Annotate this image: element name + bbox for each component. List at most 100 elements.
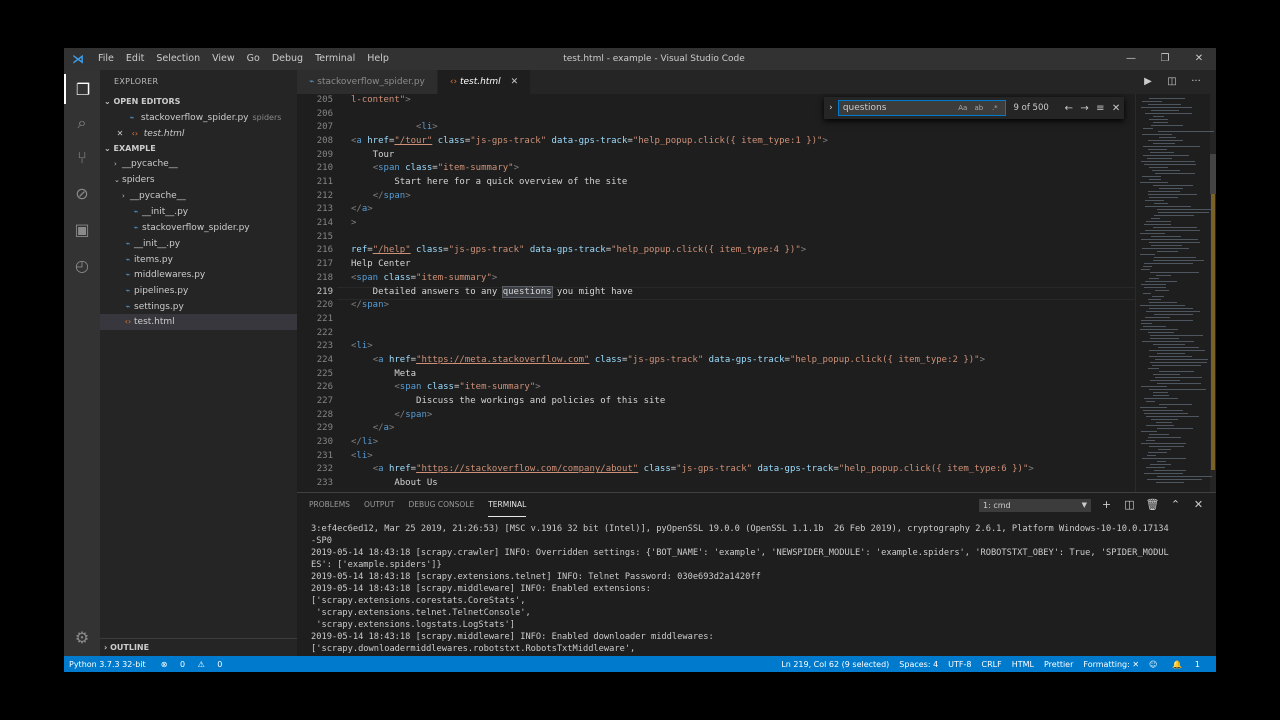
minimap-line (1149, 197, 1178, 198)
previous-match-icon[interactable]: ← (1061, 103, 1077, 114)
minimap-line (1154, 314, 1193, 315)
split-editor-icon[interactable]: ◫ (1160, 70, 1184, 94)
menu-file[interactable]: File (92, 48, 120, 70)
line-ending[interactable]: CRLF (977, 660, 1007, 669)
panel-tab-output[interactable]: OUTPUT (364, 493, 395, 517)
python-interpreter[interactable]: Python 3.7.3 32-bit (64, 660, 151, 669)
terminal-select[interactable]: 1: cmd ▼ (979, 499, 1091, 512)
code-editor[interactable]: 205 l-content"> 206 207 <li> 208 <a href="/to… (297, 94, 1135, 492)
menu-selection[interactable]: Selection (150, 48, 206, 70)
minimap-line (1146, 416, 1199, 417)
language-mode[interactable]: HTML (1007, 660, 1039, 669)
gear-icon[interactable]: ⚙ (64, 622, 100, 652)
menu-go[interactable]: Go (241, 48, 266, 70)
panel-tab-terminal[interactable]: TERMINAL (488, 493, 527, 517)
vertical-scrollbar[interactable] (1210, 94, 1216, 492)
terminal-output[interactable]: 3:ef4ec6ed12, Mar 25 2019, 21:26:53) [MS… (311, 523, 1211, 655)
tree-item[interactable]: ⌁ middlewares.py (100, 267, 297, 283)
close-icon[interactable]: ✕ (114, 126, 126, 142)
search-icon[interactable]: ⌕ (64, 108, 100, 138)
code-line: <li> (351, 341, 373, 351)
open-editor-item[interactable]: ⌁ stackoverflow_spider.py spiders (100, 110, 297, 126)
outline-section[interactable]: › OUTLINE (100, 638, 297, 656)
cursor-position[interactable]: Ln 219, Col 62 (9 selected) (776, 660, 894, 669)
tab-stackoverflow-spider[interactable]: ⌁ stackoverflow_spider.py (297, 70, 438, 94)
close-window-icon[interactable]: ✕ (1182, 48, 1216, 70)
close-tab-icon[interactable]: ✕ (511, 77, 519, 87)
tree-item[interactable]: ⌁ stackoverflow_spider.py (100, 220, 297, 236)
problems-indicator[interactable]: ⊗ 0 ⚠ 0 (151, 660, 233, 669)
tree-item[interactable]: › __pycache__ (100, 189, 297, 205)
new-terminal-icon[interactable]: + (1095, 497, 1118, 513)
menu-terminal[interactable]: Terminal (309, 48, 361, 70)
menu-help[interactable]: Help (361, 48, 395, 70)
tree-item[interactable]: › __pycache__ (100, 157, 297, 173)
find-in-selection-icon[interactable]: ≡ (1092, 103, 1108, 114)
terminal-line: 'scrapy.extensions.logstats.LogStats'] (311, 620, 515, 630)
code-line: > (351, 218, 356, 228)
line-number: 212 (316, 190, 333, 201)
more-actions-icon[interactable]: ··· (1184, 70, 1208, 94)
extensions-icon[interactable]: ▣ (64, 214, 100, 244)
notifications[interactable]: 🔔 1 (1162, 660, 1210, 669)
code-token: a (378, 464, 389, 475)
minimap-line (1157, 353, 1185, 354)
run-icon[interactable]: ▶ (1136, 70, 1160, 94)
minimap-line (1154, 257, 1196, 258)
tree-item-label: __init__.py (142, 207, 189, 218)
whole-word-icon[interactable]: ab (971, 104, 987, 112)
menu-view[interactable]: View (206, 48, 241, 70)
minimap-line (1142, 248, 1189, 249)
scrollbar-thumb[interactable] (1210, 154, 1216, 194)
menu-edit[interactable]: Edit (120, 48, 150, 70)
maximize-panel-icon[interactable]: ⌃ (1164, 497, 1187, 513)
terminal-line: 'scrapy.extensions.telnet.TelnetConsole'… (311, 608, 531, 618)
next-match-icon[interactable]: → (1077, 103, 1093, 114)
close-panel-icon[interactable]: ✕ (1187, 497, 1210, 513)
feedback-icon[interactable]: ☺ (1144, 660, 1162, 669)
debug-icon[interactable]: ⊘ (64, 178, 100, 208)
source-control-icon[interactable]: ⑂ (64, 142, 100, 172)
explorer-icon[interactable]: ❐ (64, 74, 100, 104)
tree-item[interactable]: ⌁ settings.py (100, 299, 297, 315)
tree-item[interactable]: ⌁ __init__.py (100, 204, 297, 220)
minimap-line (1141, 107, 1192, 108)
split-terminal-icon[interactable]: ◫ (1118, 497, 1141, 513)
toggle-replace-icon[interactable]: › (824, 103, 838, 113)
formatting-status[interactable]: Formatting: ✕ (1078, 660, 1144, 669)
tree-item[interactable]: ‹› test.html (100, 314, 297, 330)
tab-test-html[interactable]: ‹› test.html ✕ (437, 70, 532, 94)
code-line: Meta (351, 369, 416, 379)
tree-item[interactable]: ⌄ spiders (100, 173, 297, 189)
project-section[interactable]: ⌄ EXAMPLE (100, 141, 297, 157)
indentation[interactable]: Spaces: 4 (894, 660, 943, 669)
minimap[interactable] (1135, 94, 1216, 492)
minimize-icon[interactable]: — (1114, 48, 1148, 70)
open-editors-section[interactable]: ⌄ OPEN EDITORS (100, 94, 297, 110)
minimap-line (1150, 380, 1180, 381)
panel-tab-debug-console[interactable]: DEBUG CONSOLE (409, 493, 475, 517)
tree-item[interactable]: ⌁ pipelines.py (100, 283, 297, 299)
encoding[interactable]: UTF-8 (943, 660, 976, 669)
tree-item[interactable]: ⌁ items.py (100, 252, 297, 268)
tree-item[interactable]: ⌁ __init__.py (100, 236, 297, 252)
tree-item-label: middlewares.py (134, 270, 206, 281)
code-line: Tour (351, 150, 395, 160)
panel-tab-problems[interactable]: PROBLEMS (309, 493, 350, 517)
vscode-window: ⋊ File Edit Selection View Go Debug Terminal He… (64, 48, 1216, 672)
match-case-icon[interactable]: Aa (955, 104, 971, 112)
minimap-line (1158, 449, 1171, 450)
close-find-icon[interactable]: ✕ (1108, 103, 1124, 114)
error-icon: ⊗ (160, 659, 170, 669)
remote-icon[interactable]: ◴ (64, 250, 100, 280)
open-editor-item[interactable]: ✕ ‹› test.html (100, 126, 297, 142)
find-input[interactable] (842, 103, 955, 113)
regex-icon[interactable]: .* (987, 104, 1003, 112)
prettier-status[interactable]: Prettier (1039, 660, 1078, 669)
code-token: "item-summary" (416, 272, 492, 283)
trash-icon[interactable]: 🗑 (1141, 497, 1164, 513)
editor-tabs: ⌁ stackoverflow_spider.py ‹› test.html ✕ … (297, 70, 1216, 94)
maximize-icon[interactable]: ❐ (1148, 48, 1182, 70)
menu-debug[interactable]: Debug (266, 48, 309, 70)
